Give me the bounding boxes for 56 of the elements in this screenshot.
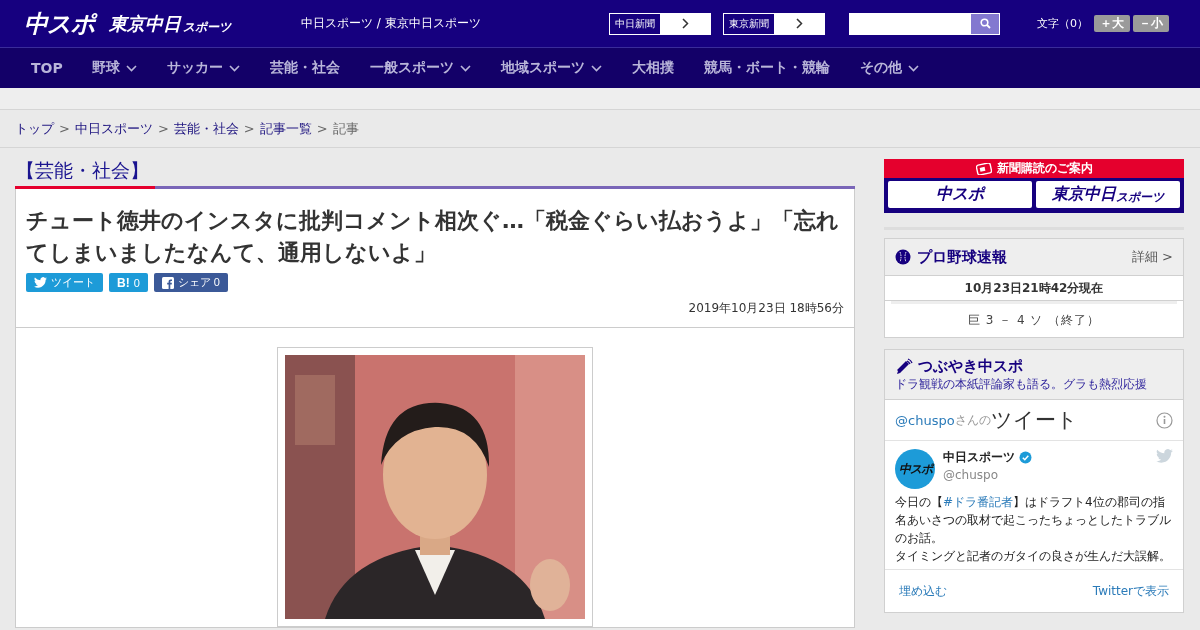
nav-item[interactable]: 大相撲 xyxy=(616,59,689,77)
nav-item[interactable]: その他 xyxy=(844,59,934,77)
breadcrumb-separator: > xyxy=(59,121,70,136)
box-subtitle: ドラ観戦の本紙評論家も語る。グラも熱烈応援 xyxy=(895,376,1148,393)
bird-icon xyxy=(34,277,47,288)
hashtag-link[interactable]: #ドラ番記者 xyxy=(943,495,1014,509)
timeline-link[interactable]: 埋め込む xyxy=(899,582,947,600)
tokyo-logo[interactable]: 東京中日スポーツ xyxy=(109,11,231,36)
timeline-heading: ツイート xyxy=(990,407,1079,434)
box-title: つぶやき中スポ xyxy=(918,357,1023,376)
chevron-right-icon xyxy=(681,18,689,29)
nav-item[interactable]: 野球 xyxy=(76,59,152,77)
share-button[interactable]: シェア 0 xyxy=(153,273,228,292)
breadcrumb-item[interactable]: 芸能・社会 xyxy=(173,119,239,138)
account-handle[interactable]: @chuspo xyxy=(943,468,1148,482)
heading-suffix: さんの xyxy=(954,411,991,427)
breadcrumb-separator: > xyxy=(157,121,169,136)
breadcrumb-item[interactable]: 記事一覧 xyxy=(259,119,312,138)
breadcrumb-item[interactable]: トップ xyxy=(15,119,54,138)
newspaper-icon xyxy=(975,162,992,175)
article-date: 2019年10月23日 18時56分 xyxy=(687,300,844,317)
update-time: 10月23日21時42分現在 xyxy=(885,276,1183,301)
avatar[interactable]: 中スポ xyxy=(895,449,935,489)
baseball-icon xyxy=(895,249,911,265)
details-link[interactable]: 詳細 > xyxy=(1131,248,1173,266)
info-icon[interactable] xyxy=(1156,411,1173,429)
nav-item[interactable]: 地域スポーツ xyxy=(485,59,617,77)
font-size-label: 文字（0） xyxy=(1037,16,1088,31)
nav-item[interactable]: サッカー xyxy=(151,59,255,77)
chevron-right-icon xyxy=(795,18,803,29)
article-title: チュート徳井のインスタに批判コメント相次ぐ…「税金ぐらい払おうよ」「忘れてしまいましたなんて、通用しないよ」 xyxy=(26,207,840,267)
search-field[interactable] xyxy=(849,12,1000,35)
nav-item[interactable]: 芸能・社会 xyxy=(254,59,355,77)
box-title: プロ野球速報 xyxy=(917,247,1008,267)
nav-item[interactable]: TOP xyxy=(17,60,77,76)
breadcrumb-item[interactable]: 中日スポーツ xyxy=(74,119,153,138)
breadcrumb-item: 記事 xyxy=(332,119,359,138)
bird-icon xyxy=(1156,449,1173,463)
game-score[interactable]: 巨 3 － 4 ソ （終了） xyxy=(891,301,1177,337)
timeline-link[interactable]: Twitterで表示 xyxy=(1092,582,1169,600)
section-title: 【芸能・社会】 xyxy=(15,158,150,183)
breadcrumb-separator: > xyxy=(243,121,255,136)
facebook-icon xyxy=(161,276,174,289)
account-name[interactable]: 中日スポーツ xyxy=(943,449,1015,466)
newspaper-link[interactable]: 中日新聞 xyxy=(609,12,711,35)
newspaper-link[interactable]: 東京新聞 xyxy=(723,12,825,35)
subscription-title: 新聞購読のご案内 xyxy=(996,160,1093,177)
nav-item[interactable]: 競馬・ボート・競輪 xyxy=(688,59,845,77)
site-tagline: 中日スポーツ / 東京中日スポーツ xyxy=(301,15,482,32)
account-link[interactable]: @chuspo xyxy=(895,412,955,428)
breadcrumb-separator: > xyxy=(316,121,328,136)
search-button[interactable] xyxy=(971,13,999,34)
newspaper-logo-button[interactable]: 中スポ xyxy=(888,181,1032,208)
search-icon xyxy=(979,18,991,29)
nav-item[interactable]: 一般スポーツ xyxy=(354,59,486,77)
tweet-text: 今日の【#ドラ番記者】はドラフト4位の郡司の指名あいさつの取材で起こったちょっとしたトラブルのお話。 タイミングと記者のガタイの良さが生んだ大誤解。 xyxy=(895,494,1172,565)
